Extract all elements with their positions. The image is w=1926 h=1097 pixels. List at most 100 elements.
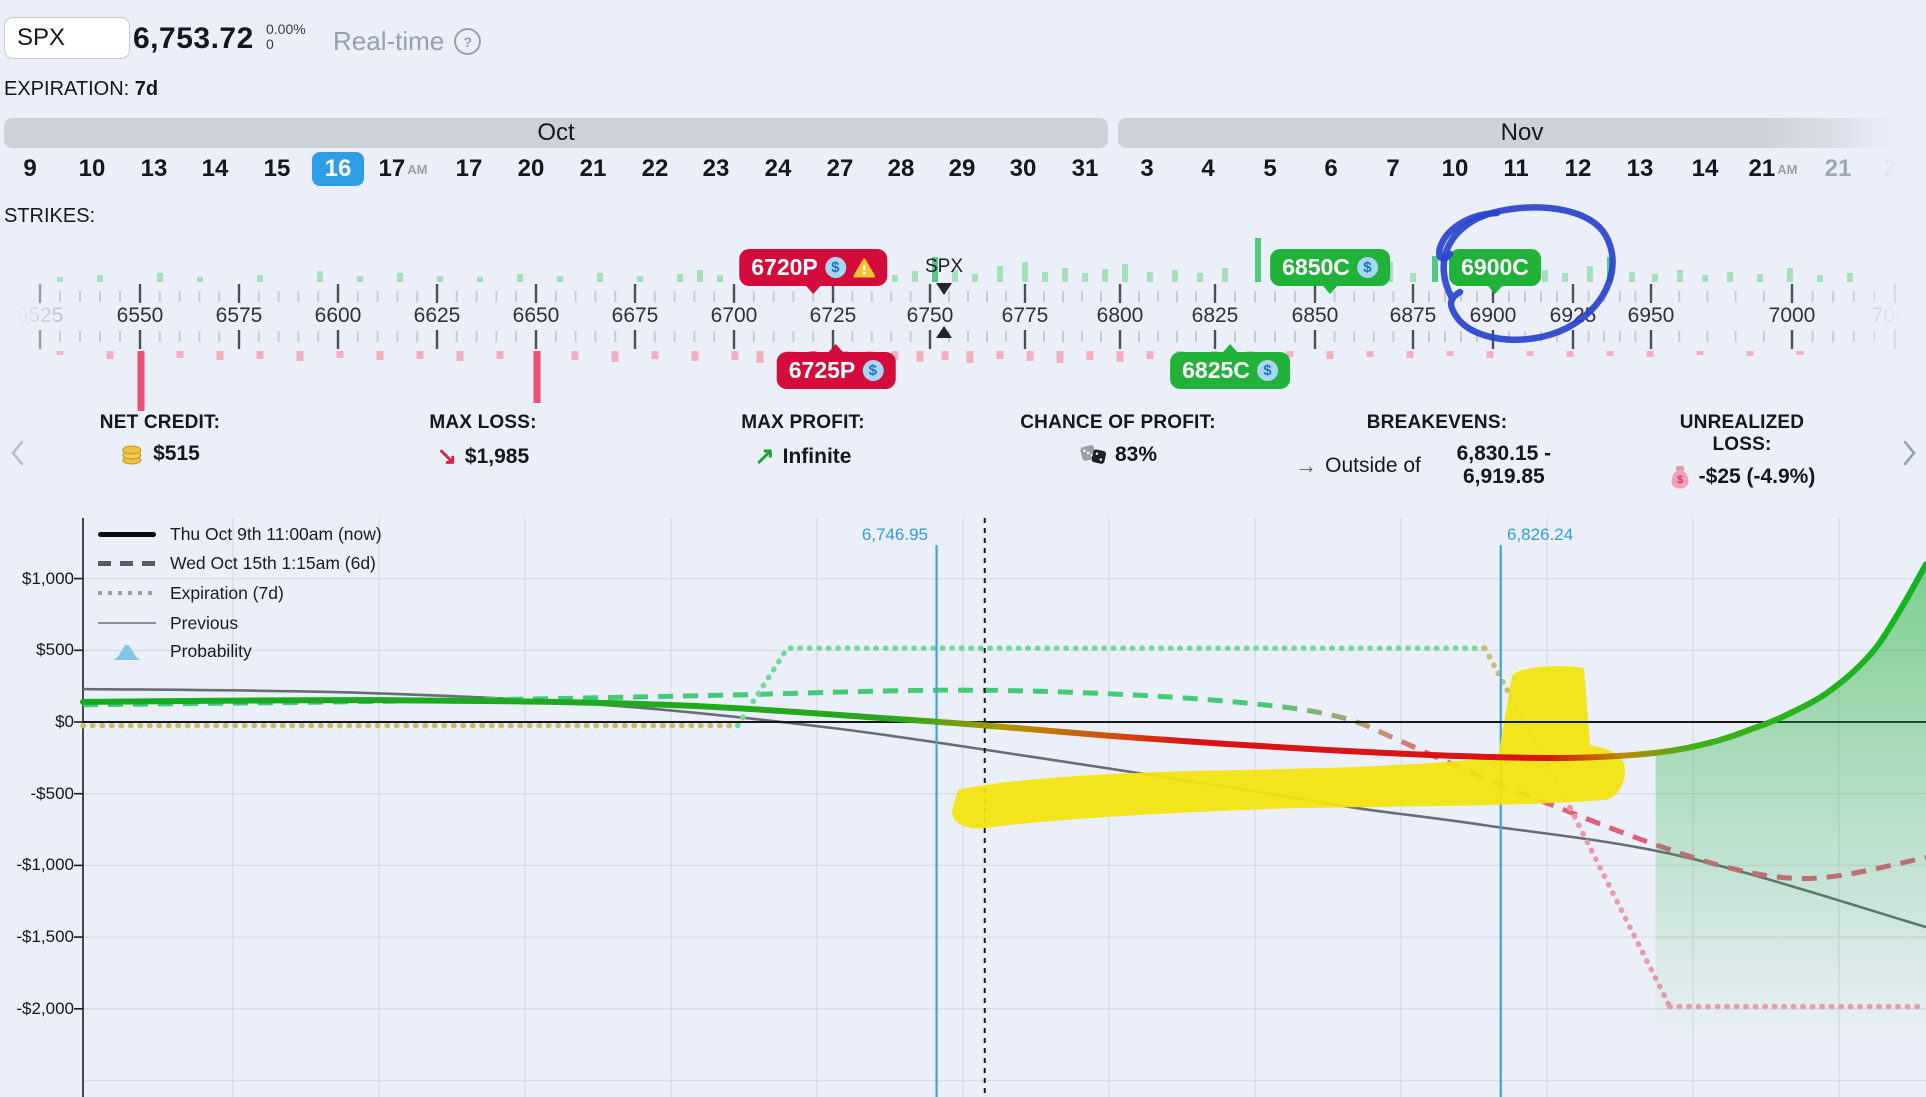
svg-text:6950: 6950 [1628, 304, 1675, 327]
unrealized-loss-label: UNREALIZED LOSS: [1650, 412, 1834, 456]
strike-badge-6825c[interactable]: 6825C$ [1170, 352, 1290, 389]
change-percent: 0.00% [266, 22, 306, 37]
strike-badge-6900c[interactable]: 6900C [1449, 249, 1541, 286]
date-option-4[interactable]: 4 [1182, 152, 1234, 186]
stat-unrealized-loss: UNREALIZED LOSS: $ -$25 (-4.9%) [1650, 412, 1834, 490]
stats-next-arrow[interactable] [1899, 438, 1919, 468]
change-absolute: 0 [266, 37, 306, 52]
date-option-3[interactable]: 3 [1121, 152, 1173, 186]
legend-item-probability[interactable]: Probability [98, 638, 252, 664]
date-option-6[interactable]: 6 [1305, 152, 1357, 186]
legend-swatch-now [98, 532, 156, 537]
badge-pointer [828, 344, 844, 353]
date-option-13[interactable]: 13 [128, 152, 180, 186]
stats-prev-arrow[interactable] [8, 438, 28, 468]
legend-label-probability: Probability [170, 641, 252, 662]
money-bag-icon: $ [1669, 464, 1691, 490]
coins-icon [120, 442, 145, 466]
badge-pointer [1222, 344, 1238, 353]
ticker-input[interactable] [4, 17, 130, 59]
svg-text:7000: 7000 [1769, 304, 1816, 327]
date-option-21-am[interactable]: 21AM [1747, 152, 1799, 186]
legend-item-6d[interactable]: Wed Oct 15th 1:15am (6d) [98, 550, 376, 576]
date-option-28[interactable]: 28 [875, 152, 927, 186]
date-option-22[interactable]: 22 [629, 152, 681, 186]
date-option-20[interactable]: 20 [505, 152, 557, 186]
y-axis-label: -$1,000 [4, 855, 74, 875]
y-axis-label: -$2,000 [4, 999, 74, 1019]
legend-label-previous: Previous [170, 613, 238, 634]
strike-badge-6720p[interactable]: 6720P$ [739, 249, 887, 286]
badge-pointer [805, 285, 821, 294]
date-option-31[interactable]: 31 [1059, 152, 1111, 186]
date-option-10[interactable]: 10 [66, 152, 118, 186]
svg-text:6850: 6850 [1292, 304, 1339, 327]
realtime-label: Real-time ? [333, 26, 481, 57]
date-option-17-am[interactable]: 17AM [377, 152, 429, 186]
breakevens-prefix: Outside of [1325, 454, 1421, 477]
svg-text:6675: 6675 [612, 304, 659, 327]
month-header-oct: Oct [4, 118, 1108, 148]
legend-item-previous[interactable]: Previous [98, 610, 238, 636]
strikes-section-label: STRIKES: [4, 205, 95, 228]
dollar-icon: $ [862, 360, 883, 381]
price-marker-label-left: 6,746.95 [850, 525, 928, 545]
max-profit-value: Infinite [783, 445, 852, 469]
stat-net-credit: NET CREDIT: $515 [100, 412, 220, 466]
date-option-17[interactable]: 17 [443, 152, 495, 186]
stat-chance-of-profit: CHANCE OF PROFIT: 83% [1020, 412, 1216, 467]
svg-text:6750: 6750 [907, 304, 954, 327]
date-option-11[interactable]: 11 [1490, 152, 1542, 186]
date-option-14[interactable]: 14 [1679, 152, 1731, 186]
legend-item-expiration[interactable]: Expiration (7d) [98, 580, 284, 606]
badge-pointer [1487, 285, 1503, 294]
date-option-7[interactable]: 7 [1367, 152, 1419, 186]
svg-text:6650: 6650 [513, 304, 560, 327]
month-header-nov: Nov [1118, 118, 1926, 148]
legend-item-now[interactable]: Thu Oct 9th 11:00am (now) [98, 521, 382, 547]
strike-badge-6725p[interactable]: 6725P$ [777, 352, 896, 389]
arrow-down-right-icon: ↘ [437, 442, 457, 471]
warning-icon [853, 258, 875, 278]
stat-breakevens: BREAKEVENS: → Outside of 6,830.15 - 6,91… [1287, 412, 1587, 488]
breakevens-label: BREAKEVENS: [1287, 412, 1587, 434]
svg-text:6800: 6800 [1097, 304, 1144, 327]
expiration-label: EXPIRATION: [4, 78, 129, 100]
date-option-27[interactable]: 27 [814, 152, 866, 186]
date-option-29[interactable]: 29 [936, 152, 988, 186]
strike-badge-6850c[interactable]: 6850C$ [1270, 249, 1390, 286]
dollar-icon: $ [825, 257, 846, 278]
legend-label-6d: Wed Oct 15th 1:15am (6d) [170, 553, 376, 574]
date-option-13[interactable]: 13 [1614, 152, 1666, 186]
arrow-right-icon: → [1295, 454, 1317, 477]
strike-badge-label: 6850C [1282, 254, 1350, 281]
left-fade-overlay [0, 235, 64, 365]
date-option-9[interactable]: 9 [4, 152, 56, 186]
chance-of-profit-label: CHANCE OF PROFIT: [1020, 412, 1216, 434]
legend-label-now: Thu Oct 9th 11:00am (now) [170, 524, 382, 545]
date-option-24[interactable]: 24 [752, 152, 804, 186]
dollar-icon: $ [1257, 360, 1278, 381]
date-option-14[interactable]: 14 [189, 152, 241, 186]
legend-swatch-previous [98, 622, 156, 624]
date-option-15[interactable]: 15 [251, 152, 303, 186]
svg-text:6925: 6925 [1550, 304, 1597, 327]
date-option-10[interactable]: 10 [1429, 152, 1481, 186]
date-option-5[interactable]: 5 [1244, 152, 1296, 186]
date-option-21[interactable]: 21 [567, 152, 619, 186]
legend-swatch-probability [98, 641, 156, 661]
strike-badge-label: 6900C [1461, 254, 1529, 281]
y-axis-label: $500 [4, 640, 74, 660]
dice-icon [1079, 442, 1107, 467]
help-icon[interactable]: ? [454, 28, 481, 55]
date-option-23[interactable]: 23 [690, 152, 742, 186]
date-option-16[interactable]: 16 [312, 152, 364, 186]
svg-text:6575: 6575 [216, 304, 263, 327]
date-option-30[interactable]: 30 [997, 152, 1049, 186]
date-option-12[interactable]: 12 [1552, 152, 1604, 186]
y-axis-label: -$1,500 [4, 927, 74, 947]
price-marker-label-right: 6,826.24 [1507, 525, 1573, 545]
svg-text:6875: 6875 [1390, 304, 1437, 327]
y-axis-label: $0 [4, 712, 74, 732]
svg-text:6825: 6825 [1192, 304, 1239, 327]
